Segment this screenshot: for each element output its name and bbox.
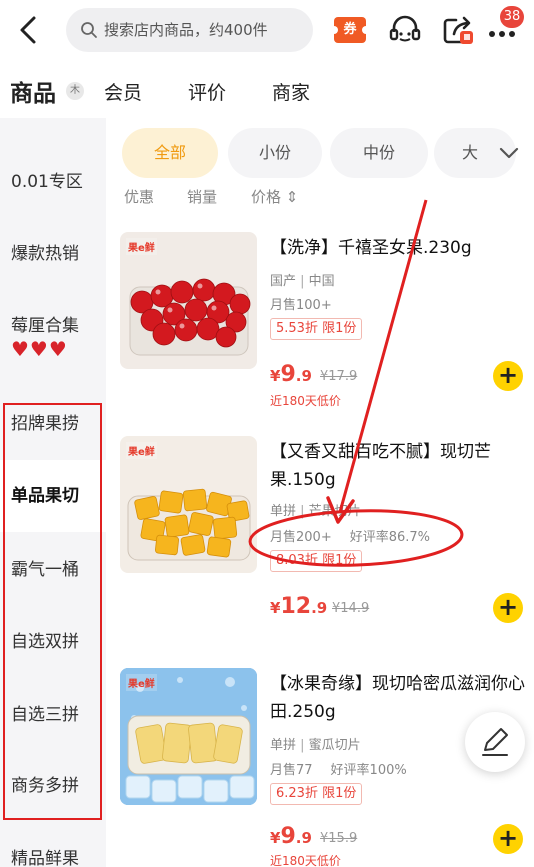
top-bar: 券 38: [0, 0, 534, 60]
coupon-icon[interactable]: 券: [330, 17, 370, 43]
back-arrow-icon[interactable]: [14, 12, 46, 48]
price-integer: 9: [280, 824, 296, 849]
sidebar-item-premium[interactable]: 精品鲜果: [0, 847, 106, 867]
brand-logo: 果e鲜: [126, 674, 157, 691]
brand-logo: 果e鲜: [126, 238, 157, 255]
customer-service-icon[interactable]: [388, 14, 422, 46]
edit-button[interactable]: [465, 712, 525, 772]
coupon-label: 券: [330, 17, 370, 43]
search-input[interactable]: [104, 21, 309, 39]
original-price: ¥14.9: [332, 601, 370, 616]
product-price: ¥12.9: [270, 594, 327, 619]
store-page: 券 38 商品 木 会员 评价 商家 0.01专区 爆款热销 莓厘合集 ♥♥♥ …: [0, 0, 534, 867]
product-spec: 单拼 | 芒果切片: [270, 504, 361, 519]
tab-merchant[interactable]: 商家: [272, 78, 310, 105]
product-sales: 月售100+: [270, 298, 332, 313]
sales-count: 月售77: [270, 763, 313, 778]
product-spec: 单拼 | 蜜瓜切片: [270, 738, 361, 753]
product-name: 【又香又甜百吃不腻】现切芒果.150g: [270, 442, 491, 490]
discount-badge: 6.23折 限1份: [270, 783, 363, 805]
hearts-icon: ♥♥♥: [11, 337, 68, 361]
sidebar-item-label: 莓厘合集: [11, 316, 79, 336]
price-decimal: .9: [311, 599, 328, 617]
add-to-cart-button[interactable]: +: [493, 593, 523, 623]
product-name: 【洗净】千禧圣女果.230g: [270, 238, 472, 258]
chip-medium[interactable]: 中份: [330, 128, 428, 178]
size-filter: 全部 小份 中份 大: [120, 128, 534, 180]
origin-value: 中国: [308, 274, 335, 289]
chip-all[interactable]: 全部: [122, 128, 218, 178]
tab-goods[interactable]: 商品: [10, 74, 56, 108]
sort-sales[interactable]: 销量: [187, 186, 217, 207]
edit-icon: [482, 728, 508, 756]
sidebar-item-signature[interactable]: 招牌果捞: [0, 412, 106, 436]
original-price: ¥17.9: [320, 369, 358, 384]
sidebar-item-0-01-zone[interactable]: 0.01专区: [0, 170, 106, 194]
product-image: 果e鲜: [120, 232, 257, 369]
product-sales: 月售200+ 好评率86.7%: [270, 526, 430, 545]
price-symbol: ¥: [270, 599, 281, 617]
product-card[interactable]: 果e鲜 【洗净】千禧圣女果.230g 国产 | 中国 月售100+ 5.53折 …: [120, 232, 534, 412]
product-price: ¥9.9: [270, 362, 312, 387]
product-sales: 月售77 好评率100%: [270, 759, 407, 778]
sidebar-item-hot-sale[interactable]: 爆款热销: [0, 242, 106, 266]
original-price: ¥15.9: [320, 831, 358, 846]
more-icon[interactable]: 38: [486, 6, 526, 48]
spec-label: 单拼: [270, 504, 297, 519]
notification-badge: 38: [500, 6, 524, 28]
sidebar-item-bucket[interactable]: 霸气一桶: [0, 558, 106, 582]
search-icon: [81, 22, 97, 38]
chevron-down-icon[interactable]: [494, 138, 524, 168]
tab-zoom-badge: 木: [66, 82, 84, 100]
add-to-cart-button[interactable]: +: [493, 361, 523, 391]
sort-price[interactable]: 价格 ⇕: [251, 186, 298, 207]
price-symbol: ¥: [270, 829, 281, 847]
category-sidebar: 0.01专区 爆款热销 莓厘合集 ♥♥♥ 招牌果捞 单品果切 霸气一桶 自选双拼…: [0, 118, 106, 867]
store-tabs: 商品 木 会员 评价 商家: [0, 66, 534, 116]
rating-rate: 好评率100%: [330, 763, 407, 778]
rating-rate: 好评率86.7%: [349, 530, 431, 545]
sidebar-item-double[interactable]: 自选双拼: [0, 630, 106, 654]
product-image: 果e鲜: [120, 436, 257, 573]
discount-badge: 5.53折 限1份: [270, 318, 363, 340]
price-decimal: .9: [295, 367, 312, 385]
product-origin: 国产 | 中国: [270, 274, 335, 289]
sales-count: 月售200+: [270, 530, 332, 545]
spec-label: 单拼: [270, 738, 297, 753]
price-integer: 12: [280, 594, 312, 619]
sidebar-item-business[interactable]: 商务多拼: [0, 774, 106, 798]
product-price: ¥9.9: [270, 824, 312, 849]
tab-reviews[interactable]: 评价: [188, 78, 226, 105]
price-integer: 9: [280, 362, 296, 387]
sort-discount[interactable]: 优惠: [124, 186, 154, 207]
price-decimal: .9: [295, 829, 312, 847]
share-icon[interactable]: [440, 12, 476, 48]
origin-label: 国产: [270, 274, 297, 289]
search-box[interactable]: [66, 8, 313, 52]
add-to-cart-button[interactable]: +: [493, 824, 523, 854]
chip-small[interactable]: 小份: [228, 128, 322, 178]
spec-value: 蜜瓜切片: [308, 738, 361, 753]
tab-member[interactable]: 会员: [104, 78, 142, 105]
discount-badge: 8.03折 限1份: [270, 550, 363, 572]
sidebar-item-single-cut[interactable]: 单品果切: [0, 460, 106, 532]
product-image: 果e鲜: [120, 668, 257, 805]
spec-value: 芒果切片: [308, 504, 361, 519]
price-symbol: ¥: [270, 367, 281, 385]
lowest-price-tag: 近180天低价: [270, 394, 341, 408]
product-card[interactable]: 果e鲜 【又香又甜百吃不腻】现切芒果.150g 单拼 | 芒果切片 月售200+…: [120, 436, 534, 626]
sidebar-item-triple[interactable]: 自选三拼: [0, 703, 106, 727]
brand-logo: 果e鲜: [126, 442, 157, 459]
lowest-price-tag: 近180天低价: [270, 854, 341, 867]
sidebar-item-berries[interactable]: 莓厘合集 ♥♥♥: [0, 314, 106, 360]
